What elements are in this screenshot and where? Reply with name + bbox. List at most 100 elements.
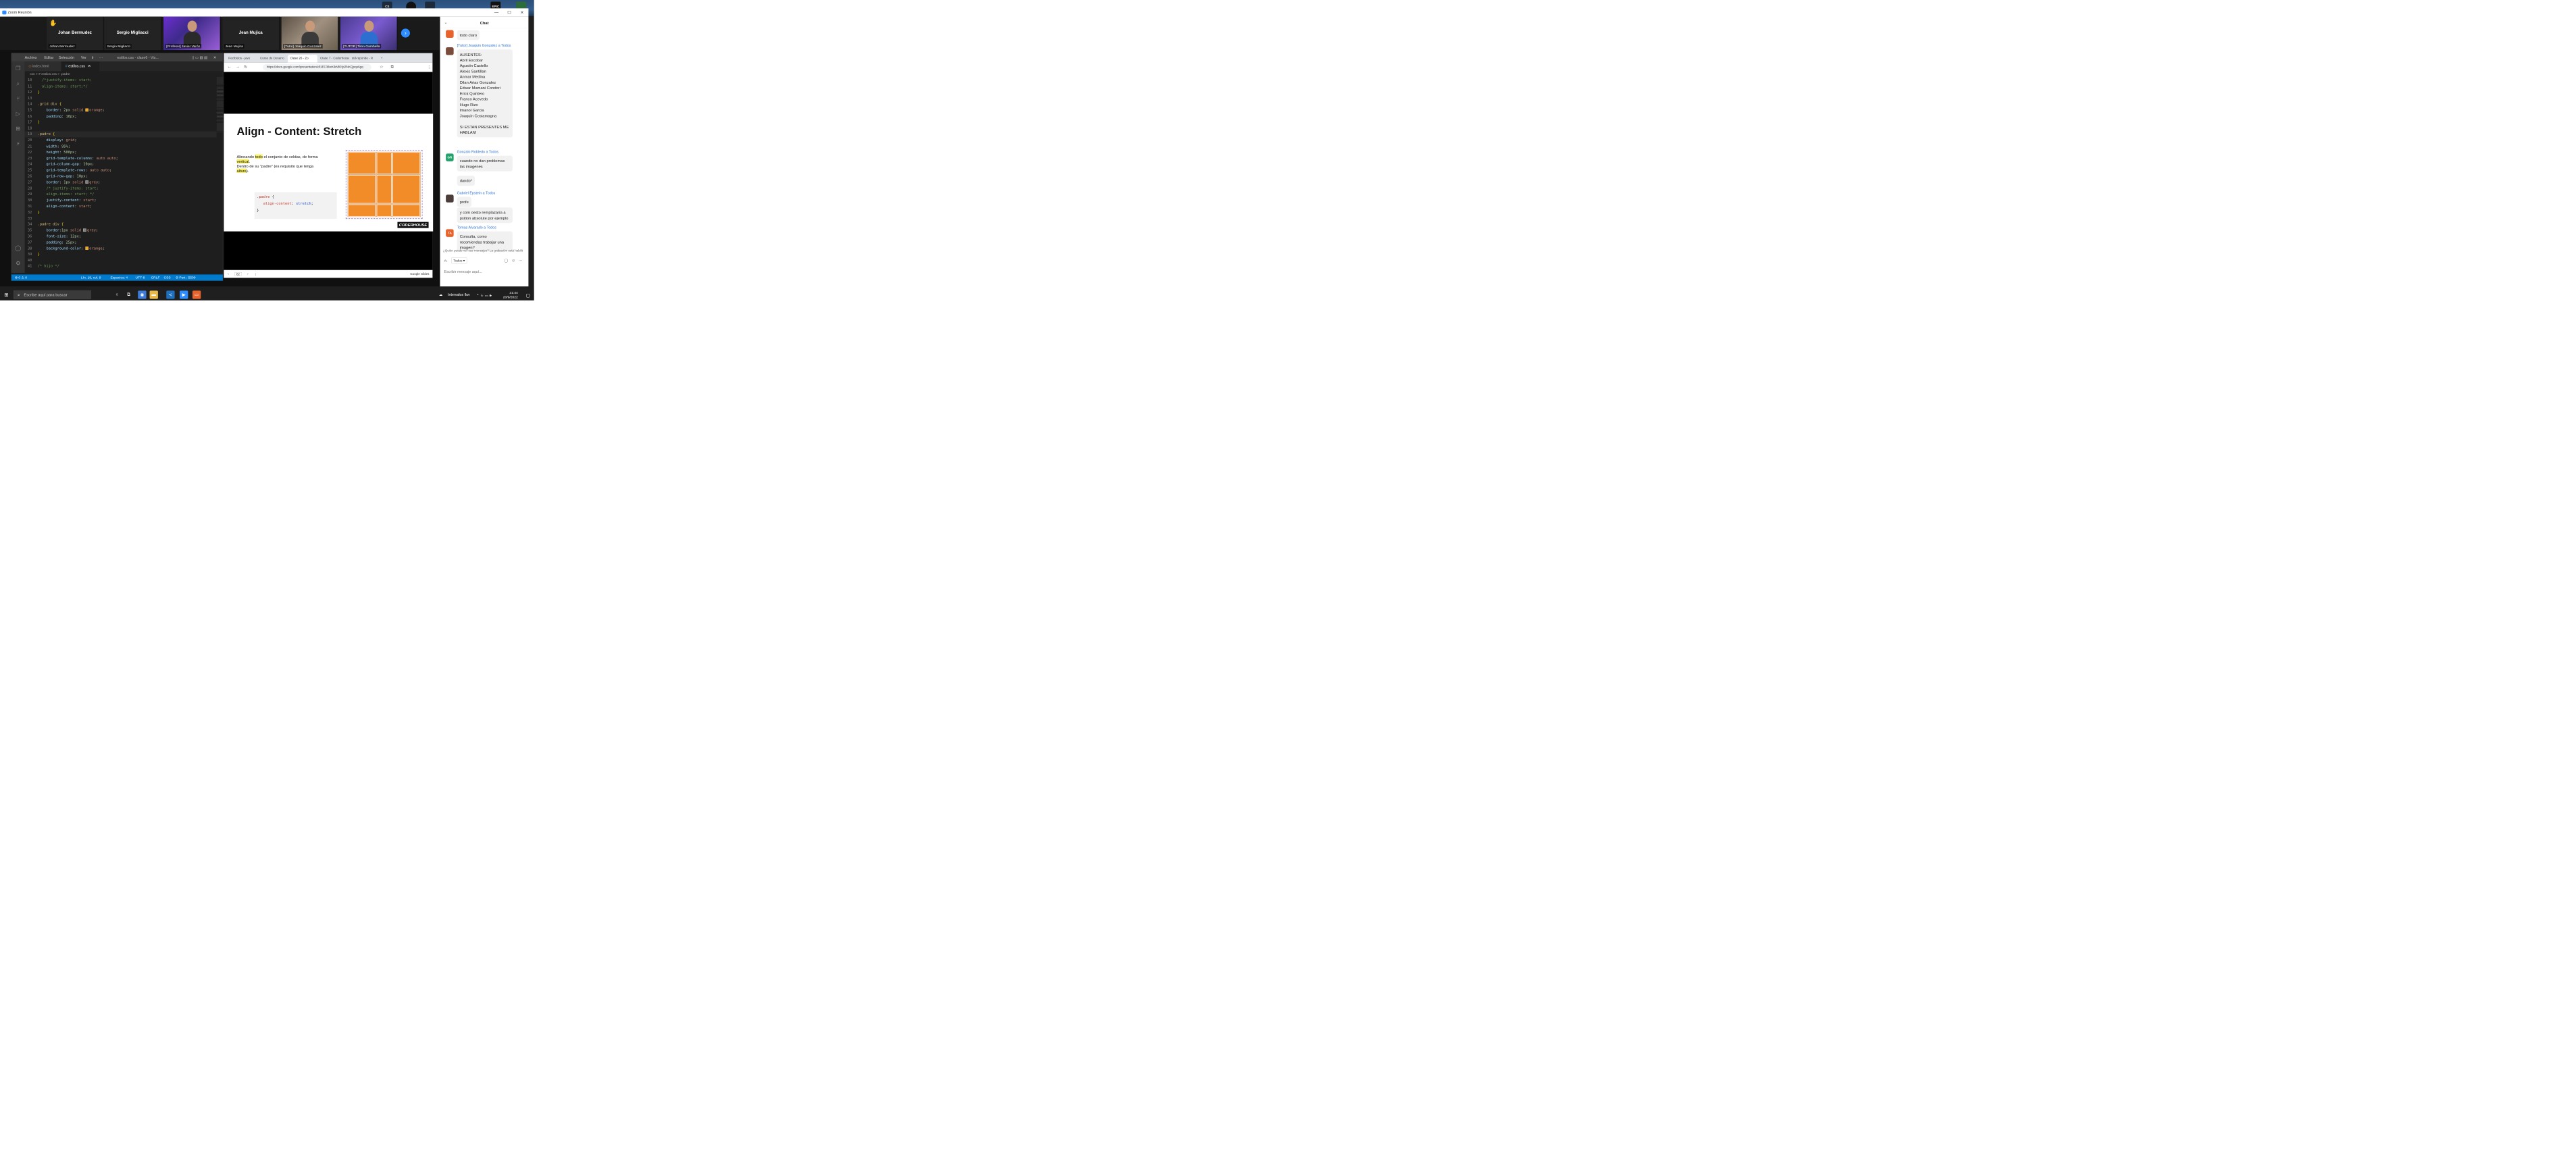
slide-number[interactable]: 82	[234, 272, 242, 276]
source-control-icon[interactable]: ⑂	[15, 95, 22, 102]
emoji-icon[interactable]: ☺	[511, 258, 515, 263]
cursor-position[interactable]: Lín. 19, col. 9	[81, 276, 101, 280]
chat-message-input[interactable]	[444, 267, 525, 276]
file-explorer-icon[interactable]: ▬	[149, 290, 158, 299]
weather-status[interactable]: Intervalos lluv	[448, 292, 470, 296]
code-line[interactable]: 21 width: 95%;	[25, 143, 217, 149]
system-clock[interactable]: 21:44 20/9/2022	[503, 290, 518, 299]
slide-options-icon[interactable]: ⋮	[254, 272, 257, 276]
message-sender[interactable]: Tomas Alvarado a Todos	[457, 226, 496, 230]
code-line[interactable]: 18	[25, 126, 217, 132]
code-line[interactable]: 28 /* justify-items: start;	[25, 186, 217, 192]
app-taskbar-icon[interactable]: ▭	[192, 290, 201, 299]
prev-slide-icon[interactable]: ‹	[228, 272, 229, 276]
code-line[interactable]: 36 font-size: 12px;	[25, 234, 217, 240]
participant-tile[interactable]: ✋ Johan Bermudez Johan Bermudez	[47, 16, 104, 51]
code-line[interactable]: 24 grid-column-gap: 10px;	[25, 161, 217, 167]
layout-icons[interactable]: ▯ ▭ ▥ ▤	[192, 55, 208, 60]
participant-video-tile[interactable]: [Profesor] Javier Varón	[163, 16, 221, 51]
file-icon[interactable]: ▢	[505, 258, 508, 263]
reload-icon[interactable]: ↻	[244, 64, 247, 70]
tab-index-html[interactable]: ◇ index.html	[24, 61, 61, 72]
code-editor[interactable]: 10 /*justify-items: start; 11 align-items…	[24, 77, 217, 272]
cortana-icon[interactable]: ○	[113, 290, 121, 298]
code-line[interactable]: 39}	[25, 251, 217, 257]
windows-start-icon[interactable]: ⊞	[2, 290, 10, 298]
taskbar-search[interactable]: Escribe aquí para buscar	[13, 290, 92, 300]
menu-dots-icon[interactable]: ⋮	[427, 64, 431, 70]
tray-icons[interactable]: ⌃ ⏚ ▭ 🕪	[476, 292, 492, 298]
code-line[interactable]: 41 /* hijo */	[25, 263, 217, 269]
weather-icon[interactable]: ☁	[439, 292, 442, 297]
browser-tab[interactable]: Recibidos - javo	[226, 55, 257, 63]
problems-indicator[interactable]: ⊗ 0 ⚠ 0	[15, 276, 27, 280]
extensions-icon[interactable]: ⧉	[391, 64, 394, 69]
code-line[interactable]: 16 padding: 10px;	[25, 113, 217, 120]
participant-video-tile[interactable]: [TUTOR] Timo Gambella	[340, 16, 398, 51]
browser-tab[interactable]: Curso de Desarro	[258, 55, 288, 63]
participant-tile[interactable]: Jean Mujica Jean Mujica	[222, 16, 280, 51]
breadcrumb[interactable]: css > # estilos.css > .padre	[25, 71, 224, 77]
run-debug-icon[interactable]: ▷	[15, 110, 22, 117]
code-line[interactable]: 20 display: grid;	[25, 137, 217, 143]
code-line[interactable]: 29 align-items: start; */	[25, 191, 217, 197]
explorer-icon[interactable]: ❐	[15, 66, 22, 72]
code-line[interactable]: 38 background-color: orange;	[25, 245, 217, 251]
browser-tab-active[interactable]: Clase 26 - Zo	[288, 55, 317, 63]
message-sender[interactable]: Gabriel Epstein a Todos	[457, 190, 496, 194]
chat-message-list[interactable]: todo claro [Tutor] Joaquin Gonzalez a Tod…	[440, 28, 529, 251]
indentation-status[interactable]: Espacios: 4	[110, 276, 128, 280]
new-tab-button[interactable]: +	[378, 55, 384, 63]
code-line[interactable]: 34 .padre div {	[25, 222, 217, 228]
back-icon[interactable]: ←	[227, 64, 231, 69]
notifications-icon[interactable]: ▢	[526, 292, 530, 298]
next-slide-icon[interactable]: ›	[247, 272, 249, 276]
chat-visibility-notice[interactable]: ¿Quién puede ver sus mensajes? La grabac…	[443, 249, 527, 253]
participant-video-tile[interactable]: [Tutor] Joaquin Gonzalez	[281, 16, 339, 51]
menu-seleccion[interactable]: Selección	[59, 55, 74, 59]
code-line[interactable]: 26 grid-row-gap: 10px;	[25, 174, 217, 180]
search-icon[interactable]: ⌕	[15, 80, 22, 87]
message-sender[interactable]: [Tutor] Joaquin Gonzalez a Todos	[457, 43, 511, 47]
message-sender[interactable]: Gonzalo Robledo a Todos	[457, 150, 499, 154]
code-line[interactable]: 14 .grid div {	[25, 101, 217, 107]
account-icon[interactable]: ◯	[15, 245, 22, 252]
close-button[interactable]: ✕	[515, 8, 528, 16]
address-bar[interactable]: https://docs.google.com/presentation/d/1…	[263, 63, 371, 71]
more-options-icon[interactable]: ⋯	[519, 258, 523, 263]
code-line[interactable]: 35 border:1px solid grey;	[25, 228, 217, 234]
maximize-button[interactable]: ☐	[503, 8, 516, 16]
close-icon[interactable]: ✕	[213, 55, 216, 60]
code-line[interactable]: 33	[25, 215, 217, 222]
extensions-icon[interactable]: ⊞	[15, 126, 22, 132]
code-line[interactable]: 25 grid-template-rows: auto auto;	[25, 167, 217, 174]
language-mode[interactable]: CSS	[164, 276, 171, 280]
tab-estilos-css[interactable]: # estilos.css ✕	[61, 61, 100, 72]
code-line[interactable]: 31 align-content: start;	[25, 203, 217, 209]
code-line[interactable]: 27 border: 1px solid grey;	[25, 180, 217, 186]
settings-gear-icon[interactable]: ⚙	[15, 260, 22, 267]
vscode-taskbar-icon[interactable]: ≺	[166, 290, 175, 299]
menu-archivo[interactable]: Archivo	[25, 55, 37, 59]
recipient-dropdown[interactable]: Todos ▾	[451, 257, 467, 264]
task-view-icon[interactable]: ⧉	[124, 290, 132, 298]
code-line[interactable]: 11 align-items: start;*/	[25, 83, 217, 89]
menu-editar[interactable]: Editar	[44, 55, 53, 59]
code-line[interactable]: 15 border: 2px solid orange;	[25, 107, 217, 113]
code-line[interactable]: 12}	[25, 89, 217, 95]
live-server-port[interactable]: ⊘ Port : 5500	[176, 276, 196, 280]
code-line[interactable]: 40	[25, 257, 217, 263]
close-tab-icon[interactable]: ✕	[88, 64, 91, 68]
code-line[interactable]: 13	[25, 95, 217, 101]
encoding-status[interactable]: UTF-8	[136, 276, 145, 280]
eol-status[interactable]: CRLF	[151, 276, 160, 280]
code-line[interactable]: 30 justify-content: start;	[25, 197, 217, 203]
zoom-taskbar-icon[interactable]: ▶	[180, 290, 188, 299]
code-line[interactable]: 23 grid-template-columns: auto auto;	[25, 155, 217, 161]
menu-ir[interactable]: Ir	[91, 55, 93, 59]
bookmark-star-icon[interactable]: ☆	[380, 64, 384, 70]
next-participants-button[interactable]: ›	[401, 28, 410, 38]
forward-icon[interactable]: →	[236, 64, 240, 69]
code-line[interactable]: 37 padding: 25px;	[25, 240, 217, 246]
code-line[interactable]: 10 /*justify-items: start;	[25, 77, 217, 83]
